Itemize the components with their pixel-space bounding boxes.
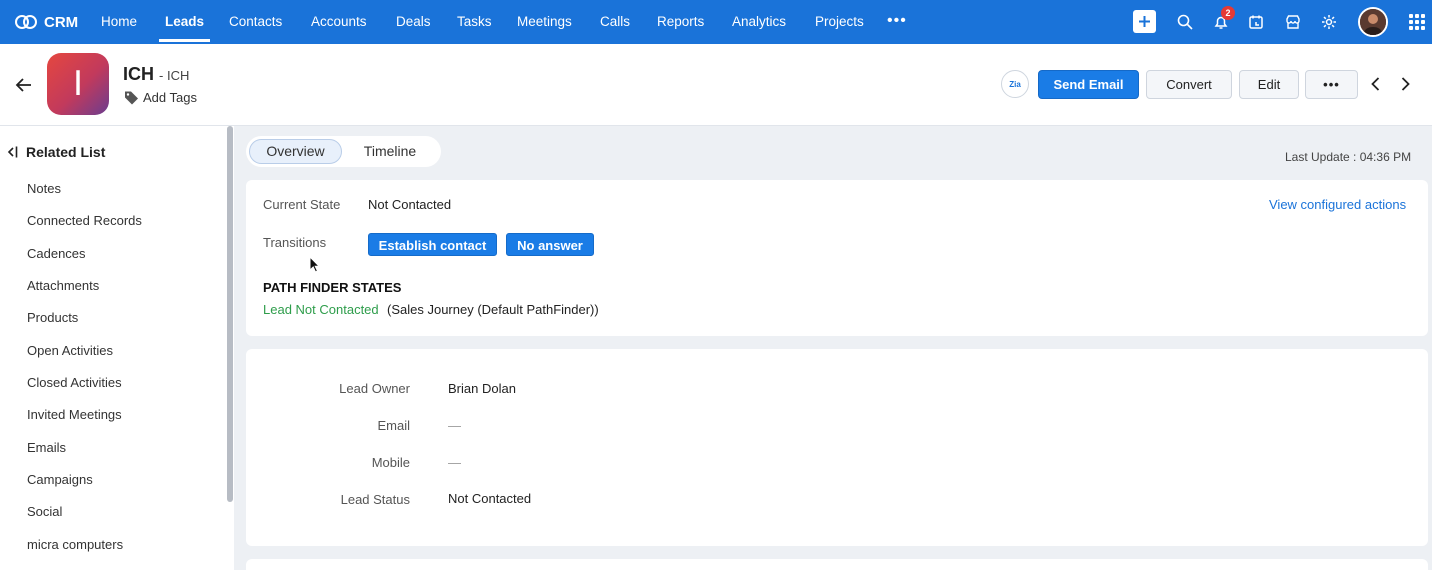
nav-contacts[interactable]: Contacts [229,0,282,44]
lead-status-value[interactable]: Not Contacted [448,491,531,506]
related-list-sidebar: Related List Notes Connected Records Cad… [0,126,234,570]
brand[interactable]: CRM [14,0,78,44]
search-icon[interactable] [1173,10,1197,34]
next-section-card [246,559,1428,570]
collapse-sidebar-icon[interactable] [6,145,20,159]
sidebar-item-attachments[interactable]: Attachments [27,278,99,293]
mobile-value[interactable]: — [448,455,461,470]
pathfinder-state: Lead Not Contacted [263,302,379,317]
sidebar-item-micra-computers[interactable]: micra computers [27,537,123,552]
sidebar-item-open-activities[interactable]: Open Activities [27,343,113,358]
record-subtitle: - ICH [159,68,190,83]
plus-icon [1139,16,1150,27]
record-title: ICH - ICH [123,64,189,85]
nav-reports[interactable]: Reports [657,0,704,44]
sidebar-item-cadences[interactable]: Cadences [27,246,86,261]
sidebar-item-invited-meetings[interactable]: Invited Meetings [27,407,122,422]
record-avatar: I [47,53,109,115]
nav-accounts[interactable]: Accounts [311,0,367,44]
notification-badge: 2 [1221,6,1235,20]
more-actions-button[interactable]: ••• [1305,70,1358,99]
pathfinder-title: PATH FINDER STATES [263,280,402,295]
no-answer-button[interactable]: No answer [506,233,594,256]
sidebar-item-closed-activities[interactable]: Closed Activities [27,375,122,390]
top-nav: CRM Home Leads Contacts Accounts Deals T… [0,0,1432,44]
brand-name: CRM [44,13,79,31]
sidebar-item-campaigns[interactable]: Campaigns [27,472,93,487]
sidebar-scrollbar[interactable] [227,126,233,502]
lead-owner-value[interactable]: Brian Dolan [448,381,516,396]
sidebar-item-social[interactable]: Social [27,504,62,519]
add-tags-label: Add Tags [143,90,197,105]
record-header: I ICH - ICH Add Tags Zia Send Email Conv… [0,44,1432,126]
current-state-value: Not Contacted [368,197,452,212]
nav-meetings[interactable]: Meetings [517,0,572,44]
email-value[interactable]: — [448,418,461,433]
create-plus-button[interactable] [1133,10,1156,33]
view-tabs: Overview Timeline [246,136,441,167]
nav-deals[interactable]: Deals [396,0,431,44]
view-configured-actions-link[interactable]: View configured actions [1269,197,1406,212]
blueprint-card: Current State Not Contacted View configu… [246,180,1428,336]
send-email-button[interactable]: Send Email [1038,70,1139,99]
settings-gear-icon[interactable] [1317,10,1341,34]
last-update-text: Last Update : 04:36 PM [1285,150,1412,164]
edit-button[interactable]: Edit [1239,70,1299,99]
related-list-header[interactable]: Related List [6,144,105,160]
sidebar-item-products[interactable]: Products [27,310,78,325]
establish-contact-button[interactable]: Establish contact [368,233,497,256]
nav-calls[interactable]: Calls [600,0,630,44]
related-list-title: Related List [26,144,106,160]
lead-details-card: Lead Owner Brian Dolan Email — Mobile — … [246,349,1428,546]
lead-owner-label: Lead Owner [339,381,410,396]
sidebar-item-connected-records[interactable]: Connected Records [27,213,142,228]
calendar-icon[interactable] [1244,10,1268,34]
tab-timeline[interactable]: Timeline [350,139,430,164]
mouse-cursor-icon [309,256,321,273]
previous-record-icon[interactable] [1368,76,1384,92]
record-name: ICH [123,64,154,84]
next-record-icon[interactable] [1397,76,1413,92]
current-state-label: Current State [263,197,341,212]
email-label: Email [377,418,410,433]
zia-icon[interactable]: Zia [1001,70,1029,98]
marketplace-icon[interactable] [1281,10,1305,34]
mobile-label: Mobile [371,455,410,470]
tab-overview[interactable]: Overview [249,139,342,164]
add-tags-link[interactable]: Add Tags [124,90,197,105]
nav-leads[interactable]: Leads [158,0,211,44]
tag-icon [125,91,138,105]
nav-tasks[interactable]: Tasks [457,0,492,44]
sidebar-item-notes[interactable]: Notes [27,181,61,196]
nav-analytics[interactable]: Analytics [732,0,786,44]
nav-projects[interactable]: Projects [815,0,864,44]
back-arrow-icon[interactable] [14,75,34,95]
sidebar-item-emails[interactable]: Emails [27,440,66,455]
nav-home[interactable]: Home [101,0,137,44]
nav-more-icon[interactable]: ••• [887,13,907,29]
crm-logo-icon [15,15,37,29]
user-photo-icon [1360,9,1386,35]
user-avatar[interactable] [1358,7,1388,37]
pathfinder-journey: (Sales Journey (Default PathFinder)) [387,302,599,317]
transitions-label: Transitions [263,235,327,250]
apps-grid-icon[interactable] [1409,14,1425,30]
convert-button[interactable]: Convert [1146,70,1232,99]
lead-status-label: Lead Status [340,492,410,507]
